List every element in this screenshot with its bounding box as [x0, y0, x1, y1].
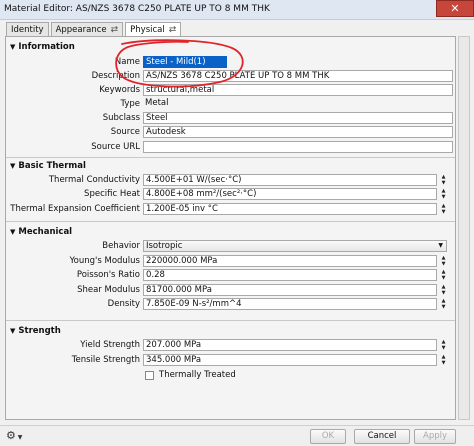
- footer-bar: ⚙ ▼ OK Cancel Apply: [0, 425, 474, 446]
- section-basic-thermal-header[interactable]: ▼ Basic Thermal: [6, 160, 455, 172]
- behavior-value: Isotropic: [146, 241, 183, 251]
- thermal-conductivity-label: Thermal Conductivity: [48, 175, 140, 185]
- spinner-icon[interactable]: ▲ ▼: [440, 174, 447, 186]
- type-value: Metal: [145, 98, 169, 108]
- subclass-label: Subclass: [102, 113, 140, 123]
- poissons-ratio-label: Poisson's Ratio: [76, 270, 140, 280]
- youngs-modulus-label: Young's Modulus: [69, 256, 140, 266]
- close-button[interactable]: ✕: [436, 0, 474, 17]
- yield-strength-field[interactable]: 207.000 MPa: [143, 339, 437, 351]
- ok-button[interactable]: OK: [310, 429, 346, 444]
- spinner-icon[interactable]: ▲ ▼: [440, 339, 447, 351]
- youngs-modulus-field[interactable]: 220000.000 MPa: [143, 255, 437, 267]
- tensile-strength-field[interactable]: 345.000 MPa: [143, 354, 437, 366]
- tab-appearance[interactable]: Appearance ⇄: [50, 22, 124, 37]
- thermal-expansion-label: Thermal Expansion Coefficient: [10, 204, 140, 214]
- window-title: Material Editor: AS/NZS 3678 C250 PLATE …: [4, 4, 270, 14]
- spinner-icon[interactable]: ▲ ▼: [440, 354, 447, 366]
- density-label: Density: [107, 299, 140, 309]
- spinner-icon[interactable]: ▲ ▼: [440, 284, 447, 296]
- section-mechanical-header[interactable]: ▼ Mechanical: [6, 226, 455, 238]
- spinner-icon[interactable]: ▲ ▼: [440, 203, 447, 215]
- section-title: Strength: [18, 326, 61, 336]
- divider: [6, 157, 455, 158]
- collapse-triangle-icon[interactable]: ▼: [10, 226, 15, 238]
- tab-identity[interactable]: Identity: [6, 22, 49, 37]
- density-field[interactable]: 7.850E-09 N-s²/mm^4: [143, 298, 437, 310]
- annotation-ellipse: [115, 39, 244, 88]
- spinner-icon[interactable]: ▲ ▼: [440, 298, 447, 310]
- section-title: Basic Thermal: [18, 161, 86, 171]
- tab-label: Identity: [11, 24, 44, 35]
- apply-button[interactable]: Apply: [414, 429, 456, 444]
- divider: [6, 320, 455, 321]
- physical-panel: ▼ Information Name Steel - Mild(1) Descri…: [5, 36, 456, 420]
- thermal-expansion-field[interactable]: 1.200E-05 inv °C: [143, 203, 437, 215]
- vertical-scrollbar[interactable]: [458, 36, 470, 420]
- behavior-label: Behavior: [102, 241, 140, 251]
- source-field[interactable]: Autodesk: [143, 126, 453, 138]
- tab-label: Appearance: [55, 24, 107, 35]
- divider: [6, 221, 455, 222]
- specific-heat-label: Specific Heat: [84, 189, 140, 199]
- section-strength-header[interactable]: ▼ Strength: [6, 325, 455, 337]
- thermal-conductivity-field[interactable]: 4.500E+01 W/(sec·°C): [143, 174, 437, 186]
- spinner-icon[interactable]: ▲ ▼: [440, 255, 447, 267]
- yield-strength-label: Yield Strength: [80, 340, 140, 350]
- source-url-label: Source URL: [91, 142, 140, 152]
- chevron-down-icon: ▼: [15, 434, 23, 441]
- cancel-button[interactable]: Cancel: [354, 429, 410, 444]
- swap-icon[interactable]: ⇄: [111, 24, 119, 37]
- thermally-treated-checkbox[interactable]: [145, 371, 154, 380]
- collapse-triangle-icon[interactable]: ▼: [10, 325, 15, 337]
- type-label: Type: [120, 99, 140, 109]
- shear-modulus-field[interactable]: 81700.000 MPa: [143, 284, 437, 296]
- collapse-triangle-icon[interactable]: ▼: [10, 160, 15, 172]
- spinner-icon[interactable]: ▲ ▼: [440, 269, 447, 281]
- collapse-triangle-icon[interactable]: ▼: [10, 41, 15, 53]
- thermally-treated-label: Thermally Treated: [159, 370, 236, 380]
- close-icon: ✕: [450, 2, 460, 15]
- subclass-field[interactable]: Steel: [143, 112, 453, 124]
- title-bar: Material Editor: AS/NZS 3678 C250 PLATE …: [0, 0, 474, 20]
- spinner-icon[interactable]: ▲ ▼: [440, 188, 447, 200]
- specific-heat-field[interactable]: 4.800E+08 mm²/(sec²·°C): [143, 188, 437, 200]
- chevron-down-icon: ▼: [438, 242, 443, 249]
- tab-strip: Identity Appearance ⇄ Physical ⇄: [6, 22, 183, 38]
- source-url-field[interactable]: [143, 141, 453, 153]
- shear-modulus-label: Shear Modulus: [77, 285, 140, 295]
- source-label: Source: [110, 127, 140, 137]
- section-title: Mechanical: [18, 227, 73, 237]
- gear-icon: ⚙: [6, 429, 16, 442]
- behavior-dropdown[interactable]: Isotropic ▼: [143, 240, 447, 252]
- section-title: Information: [18, 42, 75, 52]
- options-menu-button[interactable]: ⚙ ▼: [6, 429, 32, 443]
- poissons-ratio-field[interactable]: 0.28: [143, 269, 437, 281]
- tensile-strength-label: Tensile Strength: [71, 355, 140, 365]
